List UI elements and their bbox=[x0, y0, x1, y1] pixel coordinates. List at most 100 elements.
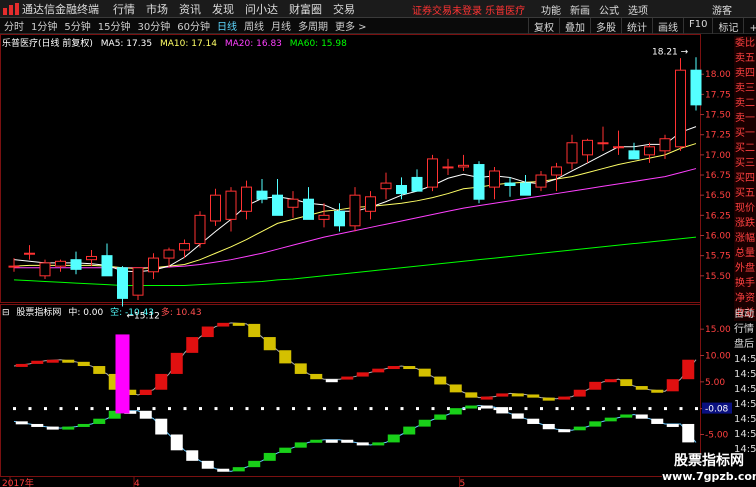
period-tab-1[interactable]: 1分钟 bbox=[31, 18, 57, 33]
menu-item-3[interactable]: 发现 bbox=[212, 1, 234, 17]
quote-label-4: 卖二 bbox=[735, 98, 755, 109]
title-bar: 通达信金融终端 行情 市场 资讯 发现 问小达 财富圈 交易 证券交易未登录 乐普医疗 功能… bbox=[0, 0, 756, 18]
ind-lower-bar-2 bbox=[31, 423, 44, 427]
period-tabs: 分时 1分钟 5分钟 15分钟 30分钟 60分钟 日线 周线 月线 多周期 更多 > bbox=[0, 18, 370, 33]
ind-tick-label-2: 5.00 bbox=[705, 378, 725, 388]
quote-label-10: 买五 bbox=[735, 188, 755, 199]
ind-dot-37 bbox=[586, 407, 590, 411]
ind-tick-label-1: 10.00 bbox=[705, 352, 731, 362]
candle-body-19 bbox=[303, 198, 314, 220]
ind-dot-3 bbox=[59, 407, 63, 411]
ind-lower-bar-16 bbox=[248, 460, 261, 468]
period-tab-6[interactable]: 日线 bbox=[217, 18, 237, 33]
period-tab-3[interactable]: 15分钟 bbox=[98, 18, 131, 33]
ind-upper-bar-22 bbox=[341, 376, 354, 380]
quote-label-6: 买一 bbox=[735, 128, 755, 139]
guest-label[interactable]: 游客 bbox=[712, 2, 732, 17]
ind-dot-44 bbox=[695, 407, 698, 411]
right-menu-item-0[interactable]: 功能 bbox=[541, 2, 561, 17]
ind-upper-bar-37 bbox=[573, 389, 586, 397]
ind-lower-bar-3 bbox=[46, 426, 59, 430]
ind-upper-bar-11 bbox=[170, 352, 183, 374]
ind-dot-5 bbox=[90, 407, 94, 411]
ind-lower-bar-15 bbox=[232, 467, 245, 472]
period-tab-2[interactable]: 5分钟 bbox=[64, 18, 90, 33]
ind-lower-bar-17 bbox=[263, 452, 276, 461]
candle-body-26 bbox=[411, 176, 423, 192]
ind-dot-28 bbox=[447, 407, 450, 411]
ind-dot-23 bbox=[369, 407, 373, 411]
menu-item-6[interactable]: 交易 bbox=[333, 1, 355, 17]
x-label-2: 5 bbox=[460, 479, 466, 487]
candle-body-44 bbox=[690, 69, 702, 106]
ind-dot-22 bbox=[354, 407, 357, 411]
ind-dot-10 bbox=[168, 407, 171, 411]
candle-body-3 bbox=[55, 260, 66, 267]
quote-label-9: 买四 bbox=[735, 173, 755, 184]
ind-upper-bar-25 bbox=[387, 366, 400, 370]
ind-dot-8 bbox=[137, 407, 140, 411]
candle-body-32 bbox=[504, 182, 516, 186]
period-tab-8[interactable]: 月线 bbox=[271, 18, 291, 33]
chart-tools: 复权叠加多股统计画线F10标记+自选< bbox=[528, 18, 756, 34]
ind-upper-bar-20 bbox=[310, 373, 323, 380]
tick-label-0[interactable]: 自动 bbox=[734, 307, 756, 322]
candle-body-27 bbox=[427, 158, 438, 188]
tool-button-2[interactable]: 多股 bbox=[590, 18, 621, 34]
ind-upper-bar-43 bbox=[666, 379, 679, 392]
candle-body-6 bbox=[101, 255, 113, 277]
tool-button-0[interactable]: 复权 bbox=[528, 18, 559, 34]
ind-upper-bar-1 bbox=[15, 363, 28, 367]
ind-upper-bar-26 bbox=[403, 366, 416, 370]
price-annotation-0: 18.21 → bbox=[652, 47, 689, 57]
tool-button-3[interactable]: 统计 bbox=[621, 18, 652, 34]
right-menu-item-3[interactable]: 选项 bbox=[628, 2, 648, 17]
candle-body-13 bbox=[210, 194, 221, 222]
period-tab-10[interactable]: 更多 > bbox=[335, 18, 367, 33]
tool-button-1[interactable]: 叠加 bbox=[559, 18, 590, 34]
period-tab-4[interactable]: 30分钟 bbox=[137, 18, 170, 33]
quote-label-16: 换手 bbox=[735, 278, 755, 289]
tool-button-5[interactable]: F10 bbox=[683, 18, 712, 34]
menu-item-5[interactable]: 财富圈 bbox=[289, 1, 322, 17]
period-tab-0[interactable]: 分时 bbox=[4, 18, 24, 33]
login-alert[interactable]: 证券交易未登录 乐普医疗 bbox=[412, 2, 525, 17]
right-menu-item-2[interactable]: 公式 bbox=[599, 2, 619, 17]
candle-body-37 bbox=[582, 139, 593, 156]
quote-label-11: 现价 bbox=[735, 203, 755, 214]
ind-dot-40 bbox=[633, 407, 636, 411]
ind-upper-bar-36 bbox=[558, 396, 571, 400]
ind-dot-33 bbox=[524, 407, 528, 411]
quote-label-15: 外盘 bbox=[735, 263, 755, 274]
ind-tick-label-0: 15.00 bbox=[705, 325, 731, 335]
menu-item-1[interactable]: 市场 bbox=[146, 1, 168, 17]
ind-dot-26 bbox=[416, 407, 419, 411]
ind-dot-42 bbox=[664, 407, 667, 411]
ind-lower-bar-19 bbox=[294, 442, 307, 448]
ind-lower-bar-23 bbox=[356, 442, 369, 446]
period-tab-5[interactable]: 60分钟 bbox=[177, 18, 210, 33]
ind-dot-21 bbox=[338, 407, 342, 411]
right-menu-item-1[interactable]: 新画 bbox=[570, 2, 590, 17]
chart-svg[interactable]: 15.50 15.75 16.00 16.25 16.50 16.75 17.00 17.25… bbox=[0, 34, 734, 487]
ind-dot-6 bbox=[106, 407, 109, 411]
ind-upper-bar-10 bbox=[155, 373, 168, 390]
tool-button-7[interactable]: +自选 bbox=[743, 18, 756, 34]
candle-body-10 bbox=[163, 249, 175, 259]
menu-item-2[interactable]: 资讯 bbox=[179, 1, 201, 17]
tool-button-6[interactable]: 标记 bbox=[712, 18, 743, 34]
ind-dot-39 bbox=[617, 407, 621, 411]
ind-lower-bar-38 bbox=[589, 421, 602, 427]
ind-dot-11 bbox=[183, 407, 187, 411]
ind-dot-16 bbox=[261, 407, 264, 411]
tick-label-7: 14:5 bbox=[734, 414, 756, 425]
period-tab-9[interactable]: 多周期 bbox=[298, 18, 328, 33]
menu-item-0[interactable]: 行情 bbox=[113, 1, 135, 17]
ind-lower-bar-34 bbox=[527, 418, 540, 424]
ind-upper-bar-33 bbox=[511, 393, 524, 397]
tool-button-4[interactable]: 画线 bbox=[652, 18, 683, 34]
menu-item-4[interactable]: 问小达 bbox=[245, 1, 278, 17]
period-tab-7[interactable]: 周线 bbox=[244, 18, 264, 33]
ind-dot-12 bbox=[199, 407, 202, 411]
candle-body-16 bbox=[256, 190, 268, 200]
